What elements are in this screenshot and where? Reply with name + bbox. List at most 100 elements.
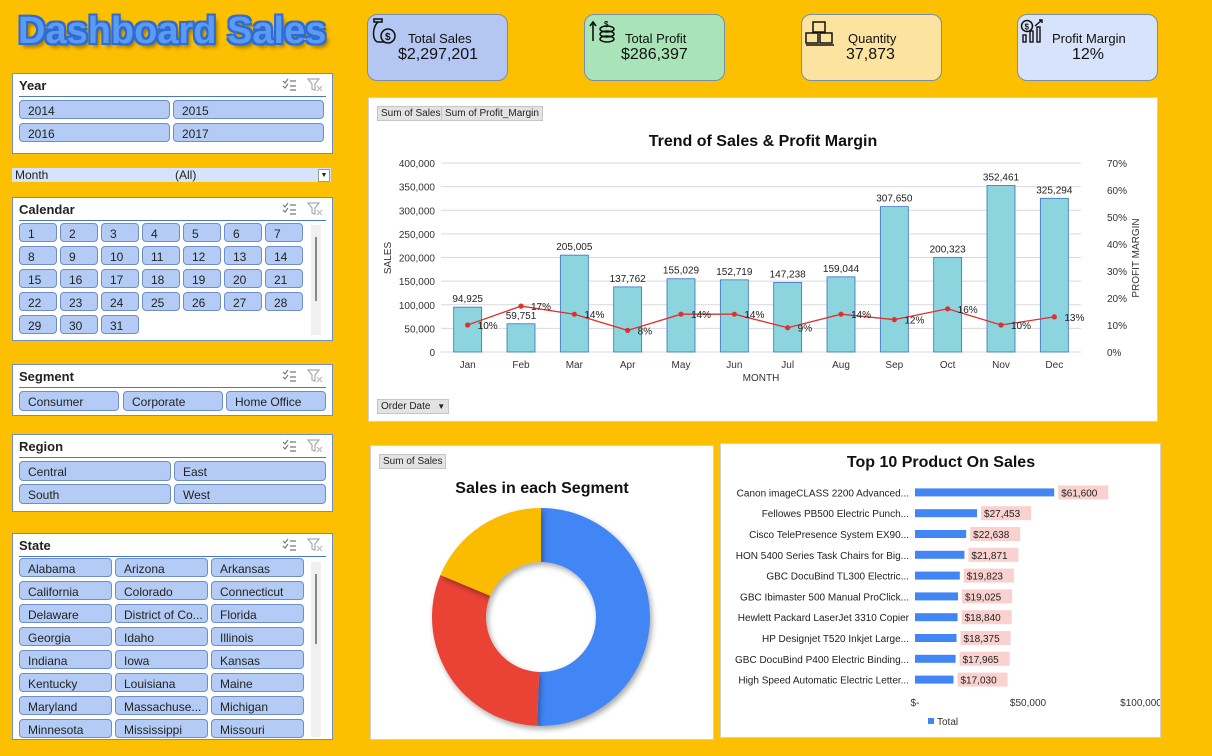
slicer-calendar-item[interactable]: 15 (19, 269, 57, 288)
slicer-calendar-item[interactable]: 5 (183, 223, 221, 242)
slicer-calendar-item[interactable]: 21 (265, 269, 303, 288)
slicer-state-item[interactable]: Kansas (211, 650, 304, 669)
slicer-state-item[interactable]: Illinois (211, 627, 304, 646)
slicer-state-item[interactable]: Maryland (19, 696, 112, 715)
slicer-calendar-item[interactable]: 27 (224, 292, 262, 311)
slicer-region-item[interactable]: Central (19, 461, 171, 481)
clear-filter-icon[interactable] (307, 439, 323, 453)
slicer-calendar-item[interactable]: 8 (19, 246, 57, 265)
slicer-calendar-item[interactable]: 11 (142, 246, 180, 265)
y2-tick-label: 0% (1107, 348, 1122, 359)
slicer-calendar-item[interactable]: 3 (101, 223, 139, 242)
sales-data-label: 94,925 (452, 294, 483, 305)
dropdown-arrow-icon[interactable]: ▼ (318, 169, 330, 182)
slicer-calendar-item[interactable]: 30 (60, 315, 98, 334)
slicer-state-item[interactable]: Iowa (115, 650, 208, 669)
slicer-calendar-item[interactable]: 16 (60, 269, 98, 288)
slicer-calendar-item[interactable]: 29 (19, 315, 57, 334)
y2-axis-label: PROFIT MARGIN (1131, 218, 1142, 297)
slicer-calendar-item[interactable]: 17 (101, 269, 139, 288)
slicer-calendar-item[interactable]: 28 (265, 292, 303, 311)
month-filter[interactable]: Month (All) ▼ (12, 168, 331, 182)
slicer-state-item[interactable]: Alabama (19, 558, 112, 577)
slicer-state-item[interactable]: Florida (211, 604, 304, 623)
slicer-calendar-item[interactable]: 6 (224, 223, 262, 242)
slicer-state-item[interactable]: Mississippi (115, 719, 208, 738)
y2-tick-label: 50% (1107, 213, 1127, 224)
slicer-state-item[interactable]: Michigan (211, 696, 304, 715)
slicer-region-item[interactable]: East (174, 461, 326, 481)
slicer-year-item[interactable]: 2016 (19, 123, 170, 142)
clear-filter-icon[interactable] (307, 78, 323, 92)
slicer-calendar-item[interactable]: 2 (60, 223, 98, 242)
clear-filter-icon[interactable] (307, 538, 323, 552)
slicer-state-item[interactable]: Minnesota (19, 719, 112, 738)
slicer-calendar-item[interactable]: 4 (142, 223, 180, 242)
profit-margin-data-label: 14% (851, 310, 871, 321)
slicer-calendar-item[interactable]: 25 (142, 292, 180, 311)
slicer-state-item[interactable]: Colorado (115, 581, 208, 600)
slicer-state-item[interactable]: Kentucky (19, 673, 112, 692)
clear-filter-icon[interactable] (307, 202, 323, 216)
slicer-state-title: State (19, 538, 51, 553)
multi-select-icon[interactable] (281, 78, 297, 92)
slicer-calendar-item[interactable]: 20 (224, 269, 262, 288)
slicer-calendar-item[interactable]: 22 (19, 292, 57, 311)
slicer-state-item[interactable]: Massachuse... (115, 696, 208, 715)
product-bar (915, 634, 957, 642)
multi-select-icon[interactable] (281, 439, 297, 453)
slicer-calendar-item[interactable]: 9 (60, 246, 98, 265)
slicer-segment-item[interactable]: Corporate (123, 391, 223, 411)
slicer-calendar-item[interactable]: 13 (224, 246, 262, 265)
slicer-state-item[interactable]: Maine (211, 673, 304, 692)
slicer-segment-item[interactable]: Consumer (19, 391, 119, 411)
slicer-year-item[interactable]: 2017 (173, 123, 324, 142)
slicer-segment-title: Segment (19, 369, 74, 384)
slicer-calendar-item[interactable]: 1 (19, 223, 57, 242)
slicer-calendar-item[interactable]: 26 (183, 292, 221, 311)
slicer-calendar-title: Calendar (19, 202, 75, 217)
slicer-calendar-item[interactable]: 12 (183, 246, 221, 265)
product-bar (915, 550, 965, 559)
slicer-state-item[interactable]: California (19, 581, 112, 600)
multi-select-icon[interactable] (281, 202, 297, 216)
slicer-region-item[interactable]: South (19, 484, 171, 504)
slicer-state-item[interactable]: Missouri (211, 719, 304, 738)
product-value-label: $18,840 (965, 613, 1002, 624)
slicer-state-item[interactable]: District of Co... (115, 604, 208, 623)
slicer-year-item[interactable]: 2014 (19, 100, 170, 119)
calendar-scrollbar[interactable] (311, 225, 321, 335)
slicer-state-item[interactable]: Idaho (115, 627, 208, 646)
profit-margin-data-label: 9% (798, 324, 813, 335)
clear-filter-icon[interactable] (307, 369, 323, 383)
slicer-state-divider (19, 556, 326, 557)
slicer-state-item[interactable]: Arizona (115, 558, 208, 577)
slicer-calendar-item[interactable]: 19 (183, 269, 221, 288)
x-tick-label: Oct (940, 360, 956, 371)
slicer-calendar-item[interactable]: 7 (265, 223, 303, 242)
slicer-calendar-item[interactable]: 23 (60, 292, 98, 311)
slicer-state-item[interactable]: Connecticut (211, 581, 304, 600)
svg-text:$: $ (604, 20, 609, 29)
dashboard-title: Dashboard Sales (18, 10, 327, 52)
multi-select-icon[interactable] (281, 369, 297, 383)
slicer-state-item[interactable]: Louisiana (115, 673, 208, 692)
slicer-state-item[interactable]: Delaware (19, 604, 112, 623)
slicer-calendar-item[interactable]: 10 (101, 246, 139, 265)
slicer-calendar-item[interactable]: 14 (265, 246, 303, 265)
state-scrollbar[interactable] (311, 562, 321, 737)
slicer-calendar-item[interactable]: 31 (101, 315, 139, 334)
slicer-calendar-item[interactable]: 24 (101, 292, 139, 311)
slicer-segment-item[interactable]: Home Office (226, 391, 326, 411)
y2-tick-label: 20% (1107, 294, 1127, 305)
slicer-state-item[interactable]: Arkansas (211, 558, 304, 577)
x-tick-label: Mar (566, 360, 584, 371)
slicer-calendar-item[interactable]: 18 (142, 269, 180, 288)
slicer-state-item[interactable]: Indiana (19, 650, 112, 669)
chart-title: Top 10 Product On Sales (847, 454, 1035, 471)
slicer-region-item[interactable]: West (174, 484, 326, 504)
multi-select-icon[interactable] (281, 538, 297, 552)
slicer-state-item[interactable]: Georgia (19, 627, 112, 646)
sales-bar (879, 206, 909, 353)
slicer-year-item[interactable]: 2015 (173, 100, 324, 119)
